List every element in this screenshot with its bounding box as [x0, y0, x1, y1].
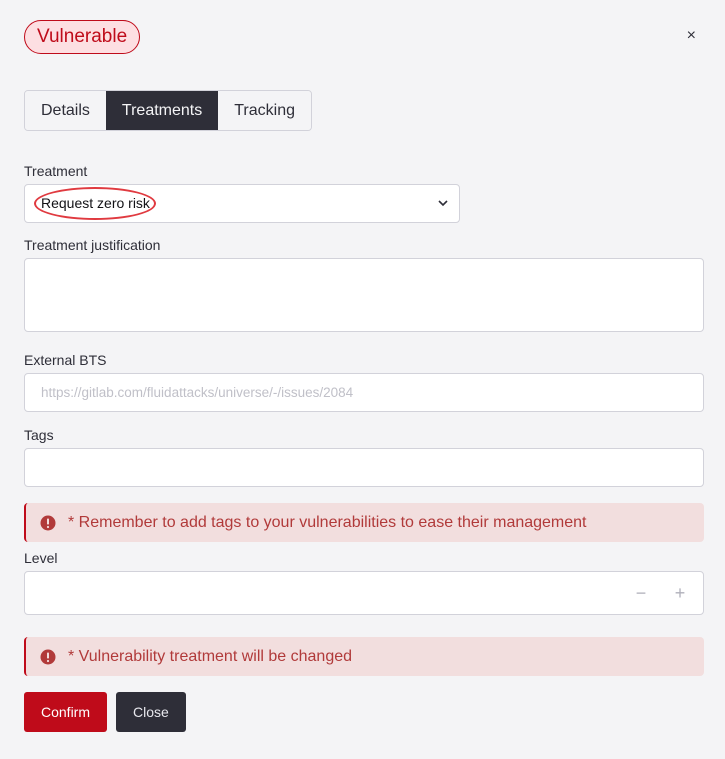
justification-textarea[interactable]: [24, 258, 704, 332]
tags-alert-text: * Remember to add tags to your vulnerabi…: [68, 514, 587, 531]
modal-header: Vulnerable ×: [24, 20, 704, 54]
tags-input[interactable]: [24, 448, 704, 487]
external-bts-label: External BTS: [24, 352, 107, 368]
status-badge: Vulnerable: [24, 20, 141, 54]
close-icon[interactable]: ×: [687, 26, 696, 46]
treatment-selected-value: Request zero risk: [41, 195, 150, 211]
external-bts-placeholder: https://gitlab.com/fluidattacks/universe…: [41, 385, 354, 400]
level-stepper[interactable]: − +: [24, 571, 704, 615]
tab-details[interactable]: Details: [25, 91, 106, 130]
treatment-change-alert-text: * Vulnerability treatment will be change…: [68, 648, 353, 665]
justification-label: Treatment justification: [24, 237, 161, 253]
external-bts-input[interactable]: https://gitlab.com/fluidattacks/universe…: [24, 373, 704, 412]
decrement-button[interactable]: −: [629, 582, 653, 606]
treatment-label: Treatment: [24, 163, 88, 179]
tab-tracking[interactable]: Tracking: [218, 91, 311, 130]
tags-label: Tags: [24, 427, 54, 443]
exclamation-circle-icon: [40, 515, 56, 531]
treatment-select[interactable]: Request zero risk: [24, 184, 460, 223]
exclamation-circle-icon: [40, 649, 56, 665]
close-button[interactable]: Close: [116, 692, 186, 732]
tab-treatments[interactable]: Treatments: [105, 91, 219, 130]
tab-bar: Details Treatments Tracking: [24, 90, 312, 131]
level-label: Level: [24, 550, 58, 566]
treatment-change-alert: * Vulnerability treatment will be change…: [24, 637, 704, 676]
chevron-down-icon: [438, 200, 448, 207]
vulnerability-modal: Vulnerable × Details Treatments Tracking…: [0, 0, 725, 759]
confirm-button[interactable]: Confirm: [24, 692, 108, 732]
increment-button[interactable]: +: [668, 582, 692, 606]
tags-alert: * Remember to add tags to your vulnerabi…: [24, 503, 704, 542]
